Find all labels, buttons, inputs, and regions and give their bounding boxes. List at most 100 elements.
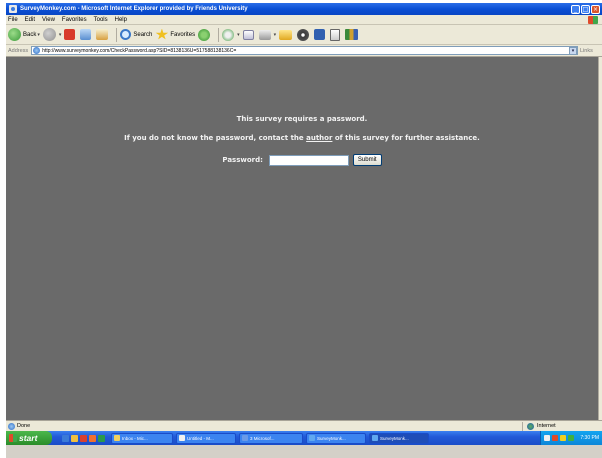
address-label: Address bbox=[8, 47, 29, 54]
author-link[interactable]: author bbox=[306, 134, 332, 142]
word-icon bbox=[242, 435, 248, 441]
close-button[interactable]: × bbox=[591, 4, 600, 14]
paint-icon bbox=[179, 435, 185, 441]
links-button[interactable]: Links bbox=[580, 48, 602, 54]
people-icon bbox=[345, 29, 359, 40]
back-arrow-icon bbox=[8, 28, 21, 41]
ie-icon bbox=[372, 435, 378, 441]
media-button[interactable] bbox=[198, 27, 212, 43]
page-icon bbox=[8, 422, 15, 430]
favorites-button[interactable]: Favorites bbox=[155, 27, 195, 43]
taskbar: start Inbox - Mic... Untitled - M... 3 M… bbox=[6, 431, 602, 445]
contact-author-message: If you do not know the password, contact… bbox=[6, 134, 598, 142]
clock: 7:30 PM bbox=[580, 435, 599, 441]
forward-arrow-icon bbox=[42, 28, 56, 41]
chevron-down-icon[interactable]: ▾ bbox=[274, 32, 277, 38]
print-icon bbox=[258, 29, 271, 40]
password-form: Password: Submit bbox=[6, 154, 598, 166]
taskbar-item-microsoft[interactable]: 3 Microsof... bbox=[239, 432, 303, 444]
folder-button[interactable] bbox=[279, 27, 294, 43]
task-label: Inbox - Mic... bbox=[122, 435, 148, 441]
browser-window: SurveyMonkey.com - Microsoft Internet Ex… bbox=[6, 3, 602, 458]
minimize-button[interactable]: _ bbox=[571, 4, 580, 14]
messenger-icon bbox=[314, 29, 326, 40]
messenger-button[interactable] bbox=[314, 27, 327, 43]
history-button[interactable]: ▾ bbox=[222, 27, 240, 43]
forward-button[interactable]: ▾ bbox=[42, 27, 62, 43]
password-label: Password: bbox=[222, 156, 263, 164]
search-icon bbox=[120, 29, 132, 40]
task-label: SurveyMonk... bbox=[380, 435, 409, 441]
refresh-button[interactable] bbox=[80, 27, 93, 43]
powerpoint-launch-icon[interactable] bbox=[89, 434, 96, 442]
star-icon bbox=[155, 28, 169, 40]
address-input[interactable]: http://www.surveymonkey.com/CheckPasswor… bbox=[31, 46, 578, 55]
status-bar: Done Internet bbox=[6, 420, 602, 431]
print-button[interactable]: ▾ bbox=[258, 27, 277, 43]
status-text: Done bbox=[17, 423, 31, 429]
history-icon bbox=[222, 28, 235, 41]
update-icon[interactable] bbox=[568, 435, 574, 441]
globe-icon bbox=[527, 422, 534, 430]
maximize-button[interactable]: □ bbox=[581, 4, 590, 14]
chevron-down-icon[interactable]: ▾ bbox=[237, 32, 240, 38]
zone-label: Internet bbox=[537, 423, 556, 429]
search-button[interactable]: Search bbox=[120, 27, 152, 43]
vertical-scrollbar[interactable] bbox=[598, 57, 602, 420]
network-icon[interactable] bbox=[544, 435, 550, 441]
folder-icon bbox=[279, 29, 293, 40]
taskbar-item-inbox[interactable]: Inbox - Mic... bbox=[111, 432, 173, 444]
excel-launch-icon[interactable] bbox=[98, 434, 105, 442]
home-icon bbox=[96, 29, 109, 40]
system-tray: 7:30 PM bbox=[540, 431, 602, 445]
task-label: SurveyMonk... bbox=[317, 435, 346, 441]
chevron-down-icon[interactable]: ▾ bbox=[59, 32, 62, 38]
menu-help[interactable]: Help bbox=[115, 17, 127, 23]
taskbar-item-surveymonkey-2[interactable]: SurveyMonk... bbox=[369, 432, 429, 444]
ie-launch-icon[interactable] bbox=[62, 434, 69, 442]
volume-icon[interactable] bbox=[560, 435, 566, 441]
taskbar-item-surveymonkey-1[interactable]: SurveyMonk... bbox=[306, 432, 366, 444]
address-bar: Address http://www.surveymonkey.com/Chec… bbox=[6, 45, 602, 57]
chevron-down-icon[interactable]: ▾ bbox=[37, 32, 40, 38]
menu-favorites[interactable]: Favorites bbox=[62, 17, 87, 23]
document-button[interactable] bbox=[330, 27, 342, 43]
document-icon bbox=[330, 28, 341, 41]
antivirus-icon[interactable] bbox=[552, 435, 558, 441]
ie-icon bbox=[9, 5, 17, 13]
windows-logo-icon bbox=[588, 16, 598, 24]
home-button[interactable] bbox=[96, 27, 110, 43]
research-button[interactable] bbox=[297, 27, 311, 43]
address-url[interactable]: http://www.surveymonkey.com/CheckPasswor… bbox=[42, 48, 236, 54]
security-zone: Internet bbox=[522, 421, 602, 431]
back-button[interactable]: Back ▾ bbox=[8, 27, 40, 43]
address-dropdown-button[interactable]: ▾ bbox=[569, 46, 577, 55]
taskbar-item-untitled[interactable]: Untitled - M... bbox=[176, 432, 236, 444]
app-launch-icon[interactable] bbox=[80, 434, 87, 442]
outlook-icon bbox=[114, 435, 120, 441]
folder-launch-icon[interactable] bbox=[71, 434, 78, 442]
submit-button[interactable]: Submit bbox=[352, 154, 382, 166]
title-bar: SurveyMonkey.com - Microsoft Internet Ex… bbox=[6, 3, 602, 15]
stop-button[interactable] bbox=[64, 27, 77, 43]
password-required-message: This survey requires a password. bbox=[236, 115, 368, 123]
people-button[interactable] bbox=[345, 27, 360, 43]
toolbar-separator bbox=[218, 27, 220, 42]
menu-view[interactable]: View bbox=[42, 17, 55, 23]
favorites-label: Favorites bbox=[170, 31, 196, 38]
menu-file[interactable]: File bbox=[8, 17, 18, 23]
mail-icon bbox=[242, 29, 254, 40]
message-text-after: of this survey for further assistance. bbox=[332, 134, 480, 142]
ie-icon bbox=[309, 435, 315, 441]
page-content: This survey requires a password. If you … bbox=[6, 57, 598, 420]
quick-launch bbox=[62, 434, 105, 442]
back-label: Back bbox=[23, 31, 37, 38]
refresh-icon bbox=[80, 29, 92, 40]
task-label: Untitled - M... bbox=[187, 435, 214, 441]
start-button[interactable]: start bbox=[6, 431, 52, 445]
menu-edit[interactable]: Edit bbox=[25, 17, 35, 23]
menu-tools[interactable]: Tools bbox=[94, 17, 108, 23]
password-input[interactable] bbox=[268, 154, 349, 166]
stop-icon bbox=[64, 29, 76, 40]
mail-button[interactable] bbox=[242, 27, 256, 43]
